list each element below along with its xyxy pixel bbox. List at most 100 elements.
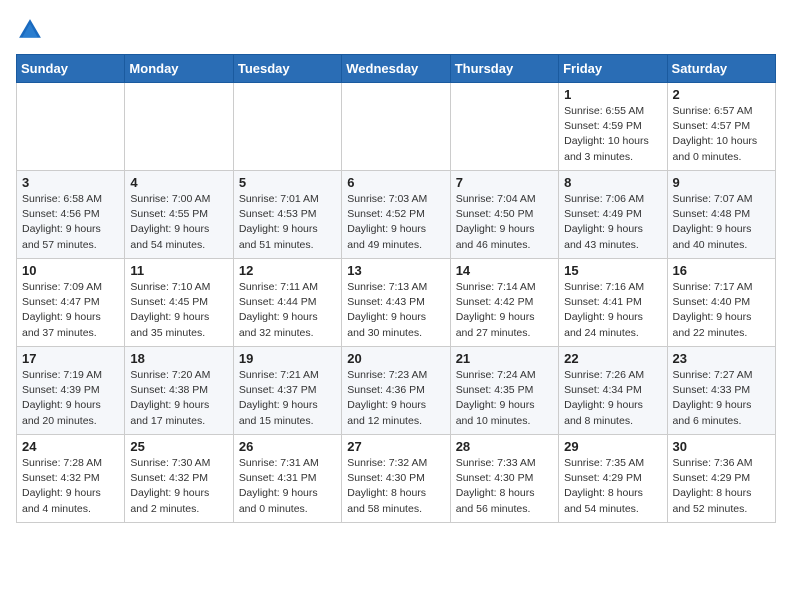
calendar-cell: 1 Sunrise: 6:55 AM Sunset: 4:59 PM Daylig… — [559, 83, 667, 171]
day-number: 23 — [673, 351, 770, 366]
calendar-week-row: 24 Sunrise: 7:28 AM Sunset: 4:32 PM Dayli… — [17, 435, 776, 523]
weekday-header-friday: Friday — [559, 55, 667, 83]
calendar-cell: 28 Sunrise: 7:33 AM Sunset: 4:30 PM Dayli… — [450, 435, 558, 523]
calendar-table: SundayMondayTuesdayWednesdayThursdayFrid… — [16, 54, 776, 523]
calendar-cell: 12 Sunrise: 7:11 AM Sunset: 4:44 PM Dayli… — [233, 259, 341, 347]
calendar-cell: 24 Sunrise: 7:28 AM Sunset: 4:32 PM Dayli… — [17, 435, 125, 523]
calendar-cell — [450, 83, 558, 171]
calendar-cell: 13 Sunrise: 7:13 AM Sunset: 4:43 PM Dayli… — [342, 259, 450, 347]
day-info: Sunrise: 7:14 AM Sunset: 4:42 PM Dayligh… — [456, 280, 553, 341]
calendar-cell: 22 Sunrise: 7:26 AM Sunset: 4:34 PM Dayli… — [559, 347, 667, 435]
day-number: 30 — [673, 439, 770, 454]
day-number: 20 — [347, 351, 444, 366]
weekday-header-saturday: Saturday — [667, 55, 775, 83]
day-info: Sunrise: 7:07 AM Sunset: 4:48 PM Dayligh… — [673, 192, 770, 253]
day-info: Sunrise: 7:33 AM Sunset: 4:30 PM Dayligh… — [456, 456, 553, 517]
day-number: 18 — [130, 351, 227, 366]
day-info: Sunrise: 7:24 AM Sunset: 4:35 PM Dayligh… — [456, 368, 553, 429]
calendar-cell: 27 Sunrise: 7:32 AM Sunset: 4:30 PM Dayli… — [342, 435, 450, 523]
day-info: Sunrise: 7:36 AM Sunset: 4:29 PM Dayligh… — [673, 456, 770, 517]
day-number: 15 — [564, 263, 661, 278]
day-info: Sunrise: 7:03 AM Sunset: 4:52 PM Dayligh… — [347, 192, 444, 253]
day-number: 3 — [22, 175, 119, 190]
calendar-cell — [125, 83, 233, 171]
day-number: 11 — [130, 263, 227, 278]
day-number: 7 — [456, 175, 553, 190]
day-number: 12 — [239, 263, 336, 278]
day-number: 24 — [22, 439, 119, 454]
day-number: 16 — [673, 263, 770, 278]
calendar-cell: 19Sunrise: 7:21 AM Sunset: 4:37 PM Dayli… — [233, 347, 341, 435]
day-info: Sunrise: 7:32 AM Sunset: 4:30 PM Dayligh… — [347, 456, 444, 517]
calendar-cell: 30 Sunrise: 7:36 AM Sunset: 4:29 PM Dayli… — [667, 435, 775, 523]
day-number: 29 — [564, 439, 661, 454]
day-info: Sunrise: 7:09 AM Sunset: 4:47 PM Dayligh… — [22, 280, 119, 341]
day-info: Sunrise: 7:30 AM Sunset: 4:32 PM Dayligh… — [130, 456, 227, 517]
calendar-cell: 17 Sunrise: 7:19 AM Sunset: 4:39 PM Dayli… — [17, 347, 125, 435]
calendar-week-row: 10Sunrise: 7:09 AM Sunset: 4:47 PM Dayli… — [17, 259, 776, 347]
calendar-cell: 14 Sunrise: 7:14 AM Sunset: 4:42 PM Dayli… — [450, 259, 558, 347]
calendar-cell: 11 Sunrise: 7:10 AM Sunset: 4:45 PM Dayli… — [125, 259, 233, 347]
day-info: Sunrise: 7:20 AM Sunset: 4:38 PM Dayligh… — [130, 368, 227, 429]
day-info: Sunrise: 6:58 AM Sunset: 4:56 PM Dayligh… — [22, 192, 119, 253]
day-number: 8 — [564, 175, 661, 190]
calendar-cell — [233, 83, 341, 171]
calendar-cell: 3 Sunrise: 6:58 AM Sunset: 4:56 PM Daylig… — [17, 171, 125, 259]
weekday-header-thursday: Thursday — [450, 55, 558, 83]
day-number: 13 — [347, 263, 444, 278]
weekday-header-wednesday: Wednesday — [342, 55, 450, 83]
calendar-week-row: 3 Sunrise: 6:58 AM Sunset: 4:56 PM Daylig… — [17, 171, 776, 259]
day-info: Sunrise: 7:10 AM Sunset: 4:45 PM Dayligh… — [130, 280, 227, 341]
day-number: 25 — [130, 439, 227, 454]
day-info: Sunrise: 7:13 AM Sunset: 4:43 PM Dayligh… — [347, 280, 444, 341]
calendar-cell: 7 Sunrise: 7:04 AM Sunset: 4:50 PM Daylig… — [450, 171, 558, 259]
weekday-header-sunday: Sunday — [17, 55, 125, 83]
day-number: 27 — [347, 439, 444, 454]
calendar-cell: 5Sunrise: 7:01 AM Sunset: 4:53 PM Daylig… — [233, 171, 341, 259]
calendar-cell — [17, 83, 125, 171]
calendar-cell: 9Sunrise: 7:07 AM Sunset: 4:48 PM Daylig… — [667, 171, 775, 259]
calendar-cell — [342, 83, 450, 171]
calendar-cell: 18 Sunrise: 7:20 AM Sunset: 4:38 PM Dayli… — [125, 347, 233, 435]
day-info: Sunrise: 6:55 AM Sunset: 4:59 PM Dayligh… — [564, 104, 661, 165]
calendar-week-row: 17 Sunrise: 7:19 AM Sunset: 4:39 PM Dayli… — [17, 347, 776, 435]
calendar-week-row: 1 Sunrise: 6:55 AM Sunset: 4:59 PM Daylig… — [17, 83, 776, 171]
logo — [16, 16, 48, 44]
weekday-header-row: SundayMondayTuesdayWednesdayThursdayFrid… — [17, 55, 776, 83]
day-info: Sunrise: 7:16 AM Sunset: 4:41 PM Dayligh… — [564, 280, 661, 341]
day-info: Sunrise: 7:00 AM Sunset: 4:55 PM Dayligh… — [130, 192, 227, 253]
calendar-cell: 16 Sunrise: 7:17 AM Sunset: 4:40 PM Dayli… — [667, 259, 775, 347]
day-info: Sunrise: 7:19 AM Sunset: 4:39 PM Dayligh… — [22, 368, 119, 429]
weekday-header-tuesday: Tuesday — [233, 55, 341, 83]
day-number: 26 — [239, 439, 336, 454]
logo-icon — [16, 16, 44, 44]
calendar-cell: 8Sunrise: 7:06 AM Sunset: 4:49 PM Daylig… — [559, 171, 667, 259]
calendar-cell: 26 Sunrise: 7:31 AM Sunset: 4:31 PM Dayli… — [233, 435, 341, 523]
day-number: 1 — [564, 87, 661, 102]
day-number: 14 — [456, 263, 553, 278]
weekday-header-monday: Monday — [125, 55, 233, 83]
day-number: 4 — [130, 175, 227, 190]
day-info: Sunrise: 7:27 AM Sunset: 4:33 PM Dayligh… — [673, 368, 770, 429]
day-number: 6 — [347, 175, 444, 190]
day-info: Sunrise: 7:28 AM Sunset: 4:32 PM Dayligh… — [22, 456, 119, 517]
calendar-cell: 4 Sunrise: 7:00 AM Sunset: 4:55 PM Daylig… — [125, 171, 233, 259]
calendar-cell: 6 Sunrise: 7:03 AM Sunset: 4:52 PM Daylig… — [342, 171, 450, 259]
day-number: 17 — [22, 351, 119, 366]
calendar-cell: 2Sunrise: 6:57 AM Sunset: 4:57 PM Daylig… — [667, 83, 775, 171]
calendar-cell: 10Sunrise: 7:09 AM Sunset: 4:47 PM Dayli… — [17, 259, 125, 347]
day-info: Sunrise: 7:26 AM Sunset: 4:34 PM Dayligh… — [564, 368, 661, 429]
day-number: 22 — [564, 351, 661, 366]
calendar-cell: 21Sunrise: 7:24 AM Sunset: 4:35 PM Dayli… — [450, 347, 558, 435]
day-info: Sunrise: 7:17 AM Sunset: 4:40 PM Dayligh… — [673, 280, 770, 341]
day-number: 28 — [456, 439, 553, 454]
calendar-cell: 23 Sunrise: 7:27 AM Sunset: 4:33 PM Dayli… — [667, 347, 775, 435]
day-info: Sunrise: 7:04 AM Sunset: 4:50 PM Dayligh… — [456, 192, 553, 253]
calendar-cell: 15 Sunrise: 7:16 AM Sunset: 4:41 PM Dayli… — [559, 259, 667, 347]
day-info: Sunrise: 7:31 AM Sunset: 4:31 PM Dayligh… — [239, 456, 336, 517]
day-info: Sunrise: 7:01 AM Sunset: 4:53 PM Dayligh… — [239, 192, 336, 253]
day-info: Sunrise: 7:11 AM Sunset: 4:44 PM Dayligh… — [239, 280, 336, 341]
page-header — [16, 16, 776, 44]
calendar-cell: 25 Sunrise: 7:30 AM Sunset: 4:32 PM Dayli… — [125, 435, 233, 523]
day-number: 19 — [239, 351, 336, 366]
